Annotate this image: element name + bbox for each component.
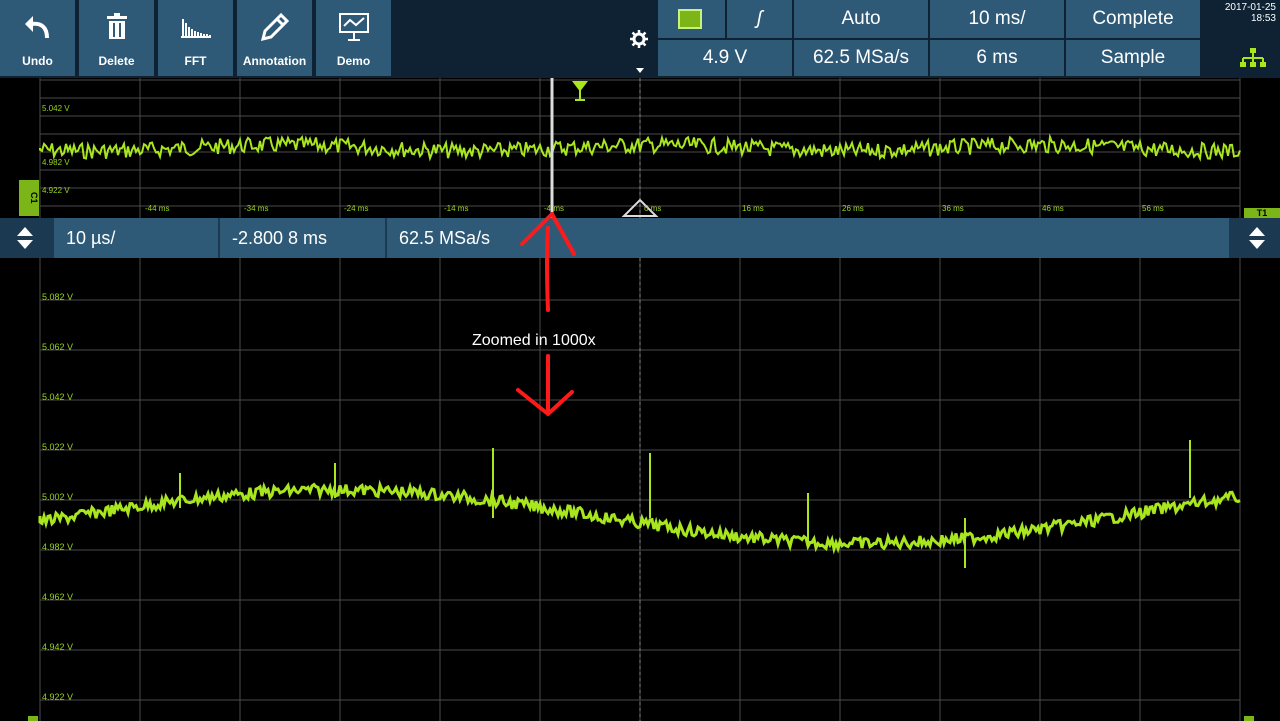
trigger-slope-icon: ʃ [756,8,763,29]
main-y-label: 4.962 V [42,592,74,602]
main-y-label: 5.022 V [42,442,74,452]
zoom-annotation-text: Zoomed in 1000x [472,332,596,349]
overview-x-label: 6 ms [644,204,662,213]
acq-mode-button[interactable]: Sample [1066,40,1200,76]
fft-icon [179,10,213,44]
fft-button[interactable]: FFT [158,0,233,76]
fft-label: FFT [184,54,207,68]
clock: 2017-01-25 18:53 [1204,2,1280,24]
trigger-level-button[interactable]: 4.9 V [658,40,792,76]
horiz-position-button[interactable]: 6 ms [930,40,1064,76]
sample-rate-button[interactable]: 62.5 MSa/s [794,40,928,76]
overview-x-label: -14 ms [444,204,469,213]
trigger-source-button[interactable] [658,0,725,38]
overview-y-label: 4.922 V [42,186,70,195]
zoom-position-button[interactable]: -2.800 8 ms [220,218,385,258]
annotation-button[interactable]: Annotation [237,0,312,76]
clock-time: 18:53 [1250,13,1276,24]
trigger-level-value: 4.9 V [702,47,748,68]
undo-icon [23,10,53,44]
zoom-bar: 10 µs/ -2.800 8 ms 62.5 MSa/s [0,218,1280,258]
main-y-label: 4.982 V [42,542,74,552]
overview-x-label: -44 ms [145,204,170,213]
gear-icon[interactable] [628,28,650,50]
timebase-value: 10 ms/ [968,8,1026,29]
overview-x-label: -34 ms [244,204,269,213]
toolbar: Undo Delete FFT Annotation Demo ʃ Auto 1… [0,0,1280,78]
sample-rate-value: 62.5 MSa/s [812,47,910,68]
undo-button[interactable]: Undo [0,0,75,76]
overview-x-label: 56 ms [1142,204,1164,213]
overview-x-label: 36 ms [942,204,964,213]
overview-x-label: 46 ms [1042,204,1064,213]
zoom-sample-rate-button[interactable]: 62.5 MSa/s [387,218,1229,258]
undo-label: Undo [22,54,53,68]
trigger-mode-value: Auto [841,8,881,29]
acq-state-button[interactable]: Complete [1066,0,1200,38]
overview-waveform-area[interactable]: 5.042 V 4.982 V 4.922 V -44 ms -34 ms -2… [0,78,1280,218]
zoom-position-value: -2.800 8 ms [232,227,328,248]
zoom-right-updown-icon[interactable] [1238,218,1276,258]
demo-button[interactable]: Demo [316,0,391,76]
delete-label: Delete [98,54,135,68]
main-y-label: 5.062 V [42,342,74,352]
zoom-left-updown-icon[interactable] [6,218,44,258]
overview-x-label: 26 ms [842,204,864,213]
zoomed-waveform-area[interactable]: 5.082 V 5.062 V 5.042 V 5.022 V 5.002 V … [0,258,1280,721]
demo-label: Demo [336,54,371,68]
trigger-slope-button[interactable]: ʃ [727,0,792,38]
main-y-label: 5.002 V [42,492,74,502]
trigger-mode-button[interactable]: Auto [794,0,928,38]
zoom-timebase-button[interactable]: 10 µs/ [54,218,218,258]
network-icon [1240,48,1266,73]
overview-x-label: -24 ms [344,204,369,213]
timebase-button[interactable]: 10 ms/ [930,0,1064,38]
clock-date: 2017-01-25 [1224,2,1276,13]
zoom-sample-rate-value: 62.5 MSa/s [399,227,491,248]
trigger-source-icon [678,9,702,29]
main-y-label: 5.082 V [42,292,74,302]
delete-button[interactable]: Delete [79,0,154,76]
acq-mode-value: Sample [1100,47,1166,68]
left-edge-marker [28,716,38,721]
menu-handle-icon [636,68,644,73]
main-grid [38,258,1241,721]
main-y-label: 5.042 V [42,392,74,402]
overview-x-label: 16 ms [742,204,764,213]
trigger-level-icon[interactable] [572,81,588,101]
horiz-position-value: 6 ms [976,47,1018,68]
pencil-icon [259,10,291,44]
overview-grid [39,78,1241,218]
acq-state-value: Complete [1092,8,1174,29]
overview-x-label: -4 ms [544,204,564,213]
main-y-label: 4.942 V [42,642,74,652]
overview-y-label: 4.982 V [42,158,70,167]
overview-y-label: 5.042 V [42,104,70,113]
trash-icon [105,10,129,44]
zoom-timebase-value: 10 µs/ [66,227,116,248]
demo-icon [338,10,370,44]
right-edge-marker [1244,716,1254,721]
channel-marker[interactable]: C1 [19,180,39,216]
annotation-label: Annotation [242,54,307,68]
main-y-label: 4.922 V [42,692,74,702]
